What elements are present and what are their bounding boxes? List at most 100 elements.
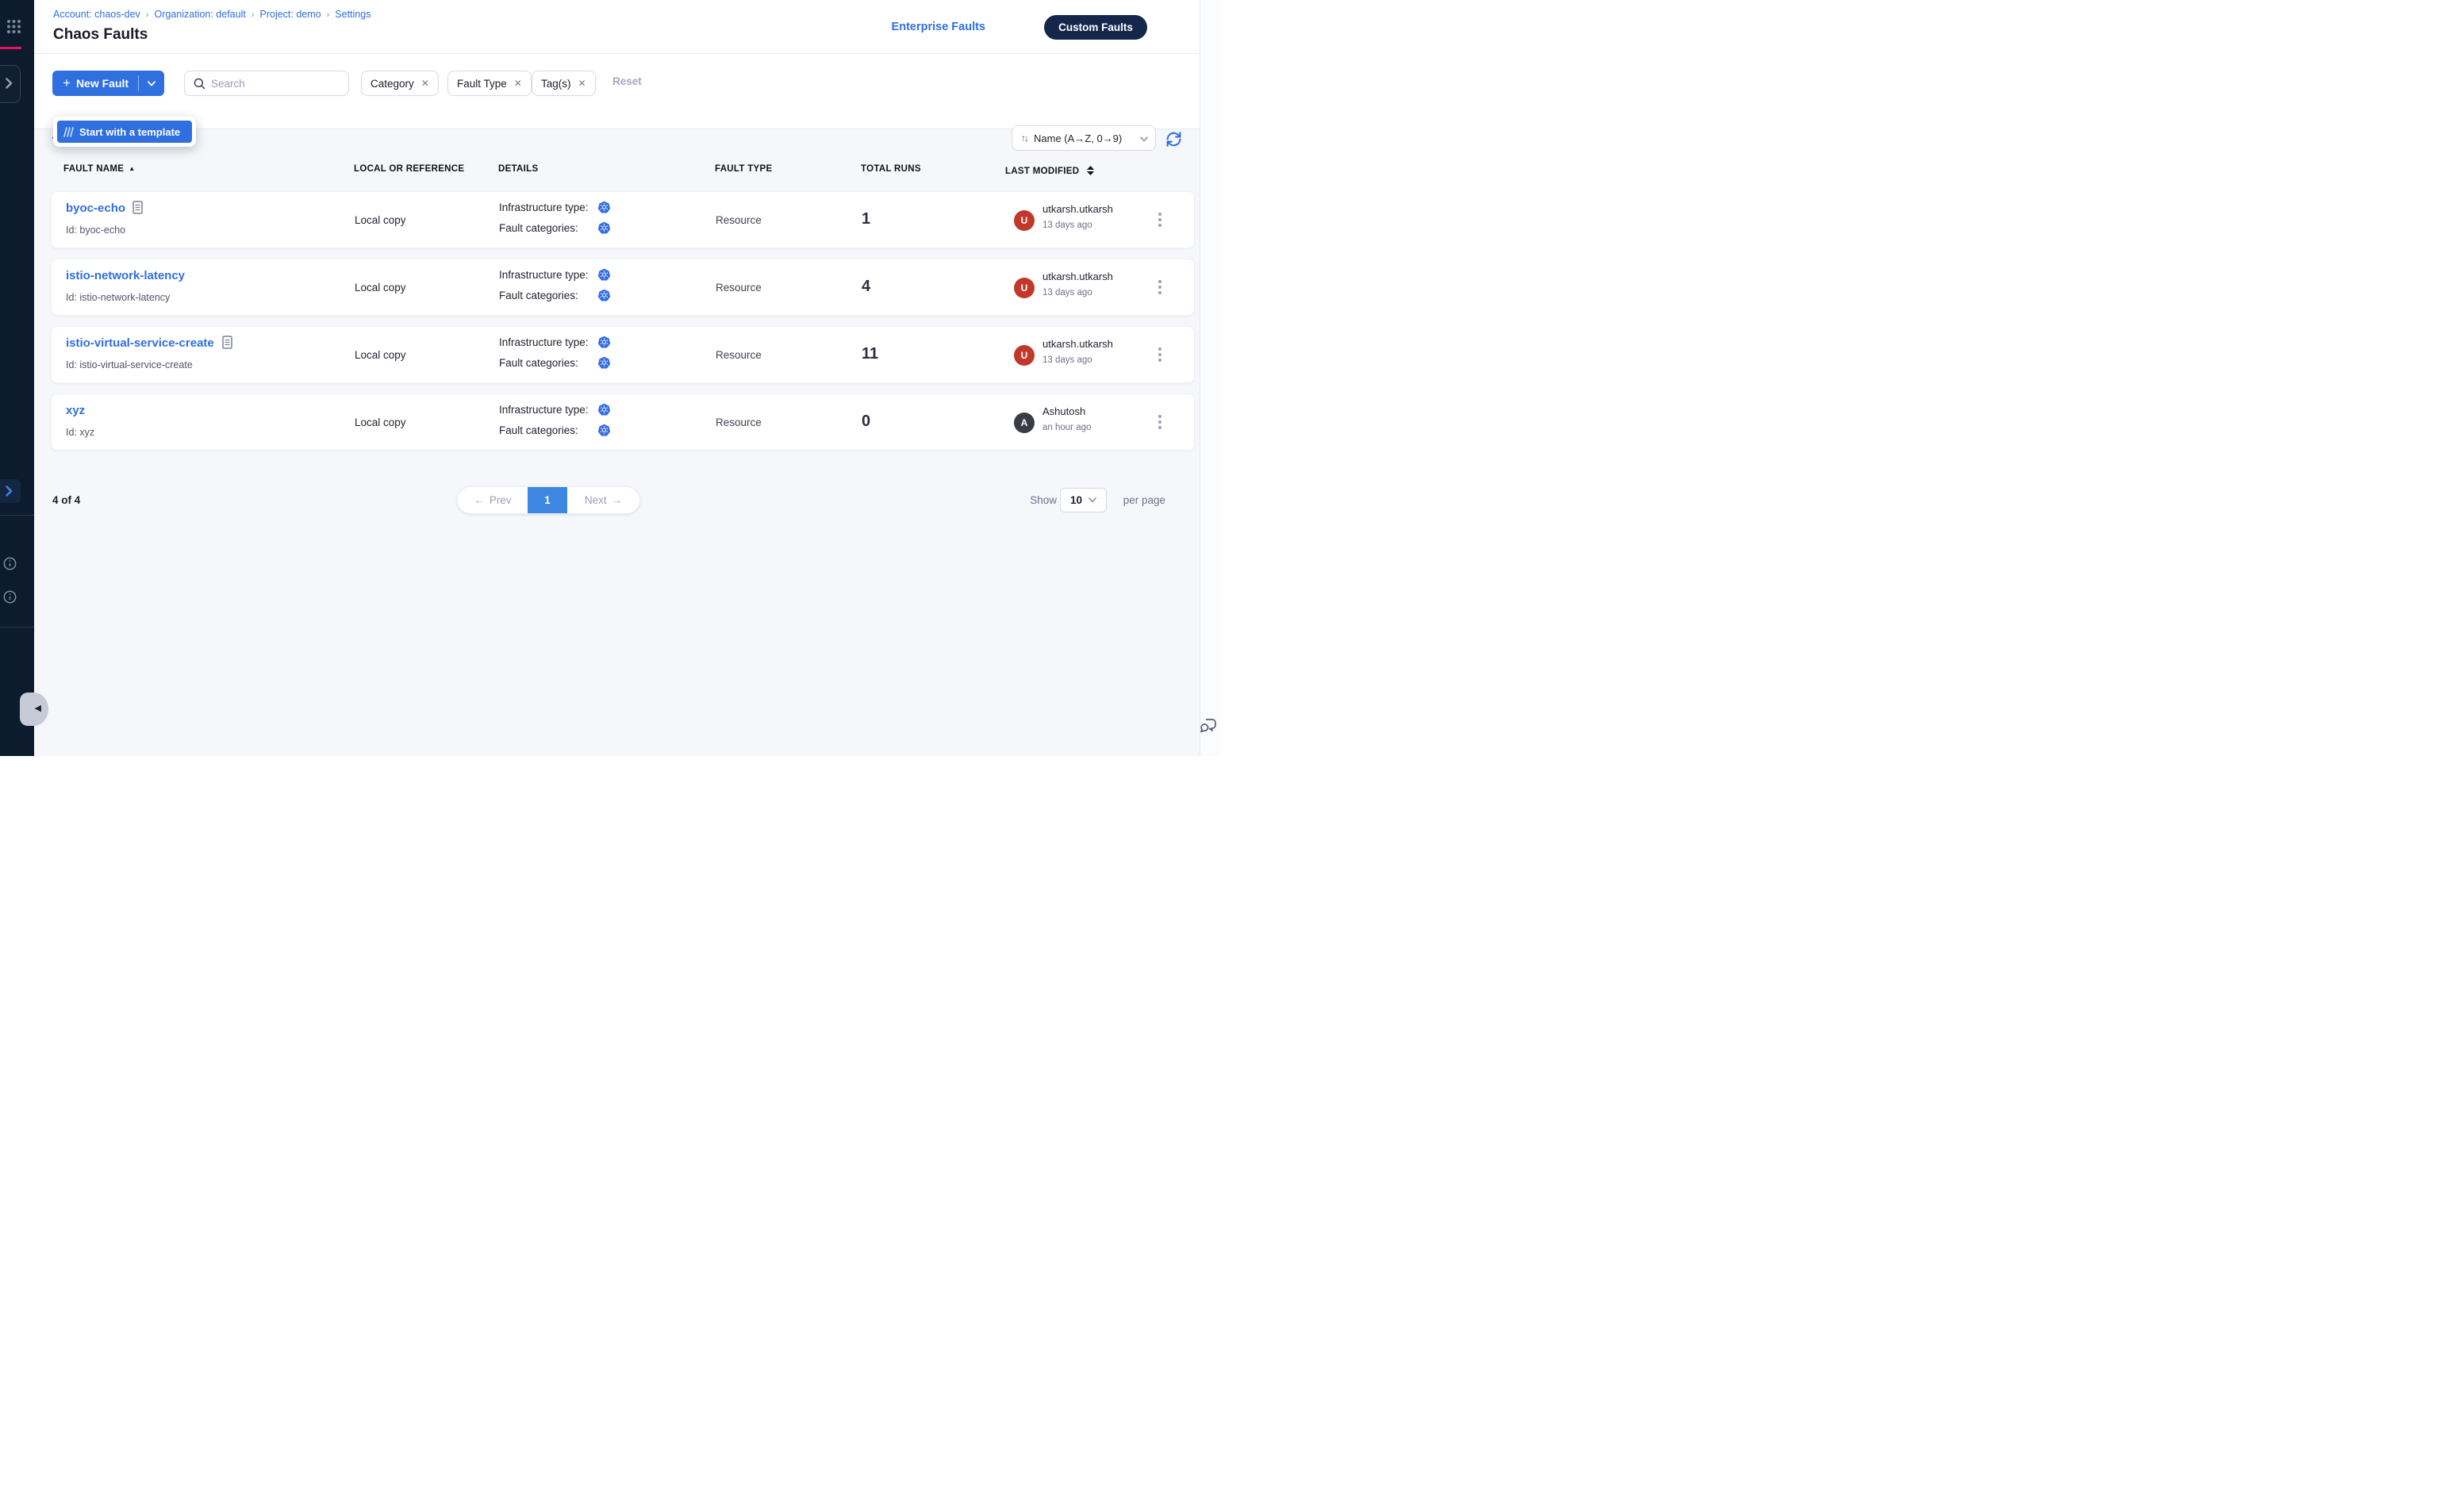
fault-id: Id: istio-virtual-service-create bbox=[66, 359, 193, 370]
fault-name-link[interactable]: istio-network-latency bbox=[66, 269, 185, 282]
app-grid-icon[interactable] bbox=[6, 19, 21, 38]
infrastructure-type-label: Infrastructure type: bbox=[499, 404, 589, 416]
column-header-fault-name[interactable]: FAULT NAME▲ bbox=[63, 164, 135, 174]
new-fault-dropdown-toggle[interactable] bbox=[139, 81, 164, 86]
fault-id: Id: xyz bbox=[66, 427, 94, 438]
right-rail bbox=[1200, 0, 1221, 756]
refresh-icon[interactable] bbox=[1165, 131, 1182, 152]
avatar: U bbox=[1014, 210, 1035, 231]
start-with-template-label: Start with a template bbox=[79, 126, 180, 138]
breadcrumb-project[interactable]: Project: demo bbox=[260, 9, 321, 20]
fault-id: Id: byoc-echo bbox=[66, 224, 125, 236]
total-runs-value: 11 bbox=[862, 345, 878, 363]
infrastructure-type-label: Infrastructure type: bbox=[499, 269, 589, 281]
page-title: Chaos Faults bbox=[53, 26, 148, 44]
filter-chip-label: Tag(s) bbox=[541, 78, 571, 90]
pager: ← Prev 1 Next → bbox=[457, 486, 640, 514]
filter-chip-label: Fault Type bbox=[457, 78, 507, 90]
breadcrumb-settings[interactable]: Settings bbox=[335, 9, 371, 20]
column-header-local-or-reference: LOCAL OR REFERENCE bbox=[354, 164, 464, 174]
filter-chip-tags[interactable]: Tag(s) ✕ bbox=[532, 71, 596, 96]
close-icon[interactable]: ✕ bbox=[421, 78, 429, 89]
close-icon[interactable]: ✕ bbox=[578, 78, 586, 89]
page-size-select[interactable]: 10 bbox=[1060, 488, 1107, 512]
sidebar-expand-bottom-button[interactable] bbox=[0, 479, 21, 503]
breadcrumb-organization[interactable]: Organization: default bbox=[154, 9, 245, 20]
toolbar: + New Fault Start with a template bbox=[34, 54, 1200, 129]
infrastructure-type-label: Infrastructure type: bbox=[499, 201, 589, 213]
chevron-right-icon bbox=[6, 78, 13, 89]
new-fault-dropdown-menu: Start with a template bbox=[53, 117, 196, 147]
kubernetes-icon bbox=[597, 268, 611, 284]
reset-filters-link[interactable]: Reset bbox=[612, 75, 642, 87]
new-fault-button[interactable]: + New Fault Start with a template bbox=[52, 71, 164, 96]
kubernetes-icon bbox=[597, 221, 611, 237]
close-icon[interactable]: ✕ bbox=[514, 78, 522, 89]
filter-chip-label: Category bbox=[371, 78, 414, 90]
fault-categories-label: Fault categories: bbox=[499, 424, 578, 436]
info-icon[interactable] bbox=[3, 557, 17, 570]
modified-time: 13 days ago bbox=[1042, 288, 1092, 297]
custom-faults-button[interactable]: Custom Faults bbox=[1044, 15, 1147, 40]
arrow-right-icon: → bbox=[612, 494, 623, 506]
avatar: U bbox=[1014, 345, 1035, 366]
chat-support-icon[interactable] bbox=[1199, 716, 1218, 739]
per-page-label: per page bbox=[1123, 494, 1165, 506]
column-header-last-modified[interactable]: LAST MODIFIED bbox=[1005, 164, 1094, 176]
search-input[interactable] bbox=[211, 78, 330, 90]
start-with-template-item[interactable]: Start with a template bbox=[57, 121, 192, 143]
search-icon bbox=[194, 78, 205, 90]
fault-name-link[interactable]: byoc-echo bbox=[66, 201, 125, 215]
triangle-left-icon: ◀ bbox=[35, 703, 41, 713]
next-page-button[interactable]: Next → bbox=[567, 487, 639, 513]
document-icon[interactable] bbox=[222, 336, 232, 353]
fault-type-value: Resource bbox=[716, 349, 762, 361]
arrow-left-icon: ← bbox=[474, 494, 485, 506]
prev-label: Prev bbox=[490, 494, 512, 506]
fault-row[interactable]: xyz Id: xyz Local copy Infrastructure ty… bbox=[51, 393, 1195, 451]
sidebar-divider bbox=[0, 515, 34, 516]
row-menu-icon[interactable] bbox=[1158, 347, 1161, 366]
modified-time: 13 days ago bbox=[1042, 221, 1092, 230]
row-menu-icon[interactable] bbox=[1158, 213, 1161, 231]
modified-by-user: Ashutosh bbox=[1042, 405, 1085, 417]
page-size-value: 10 bbox=[1070, 494, 1082, 506]
details-cell: Infrastructure type: Fault categories: bbox=[499, 259, 674, 317]
local-or-reference-value: Local copy bbox=[355, 214, 406, 226]
filter-chip-fault-type[interactable]: Fault Type ✕ bbox=[447, 71, 532, 96]
fault-name-link[interactable]: xyz bbox=[66, 404, 85, 417]
total-runs-value: 1 bbox=[862, 210, 870, 228]
sort-both-icon bbox=[1087, 166, 1094, 178]
fault-row[interactable]: byoc-echo Id: byoc-echo Local copy Infra… bbox=[51, 191, 1195, 248]
prev-page-button[interactable]: ← Prev bbox=[458, 487, 528, 513]
row-menu-icon[interactable] bbox=[1158, 415, 1161, 433]
enterprise-faults-link[interactable]: Enterprise Faults bbox=[892, 21, 985, 33]
modified-by-user: utkarsh.utkarsh bbox=[1042, 338, 1113, 350]
sort-select[interactable]: ↑↓ Name (A→Z, 0→9) bbox=[1012, 125, 1156, 151]
fault-row[interactable]: istio-virtual-service-create Id: istio-v… bbox=[51, 326, 1195, 383]
fault-type-value: Resource bbox=[716, 416, 762, 428]
sidebar-collapse-handle[interactable]: ◀ bbox=[20, 693, 48, 726]
breadcrumb-account[interactable]: Account: chaos-dev bbox=[53, 9, 140, 20]
document-icon[interactable] bbox=[132, 201, 143, 218]
kubernetes-icon bbox=[597, 201, 611, 217]
kubernetes-icon bbox=[597, 356, 611, 372]
fault-categories-label: Fault categories: bbox=[499, 290, 578, 301]
total-runs-value: 0 bbox=[862, 413, 870, 431]
brand-accent-bar bbox=[0, 47, 21, 49]
filter-chip-category[interactable]: Category ✕ bbox=[361, 71, 439, 96]
local-or-reference-value: Local copy bbox=[355, 416, 406, 428]
details-cell: Infrastructure type: Fault categories: bbox=[499, 327, 674, 384]
sidebar-expand-button[interactable] bbox=[0, 65, 21, 103]
fault-name-link[interactable]: istio-virtual-service-create bbox=[66, 336, 214, 350]
info-icon[interactable] bbox=[3, 590, 17, 604]
fault-row[interactable]: istio-network-latency Id: istio-network-… bbox=[51, 259, 1195, 316]
fault-id: Id: istio-network-latency bbox=[66, 292, 170, 303]
column-header-details: DETAILS bbox=[498, 164, 538, 174]
column-header-total-runs: TOTAL RUNS bbox=[861, 164, 921, 174]
page-number-button[interactable]: 1 bbox=[528, 487, 567, 513]
row-menu-icon[interactable] bbox=[1158, 280, 1161, 298]
breadcrumb-separator: › bbox=[146, 10, 149, 20]
next-label: Next bbox=[585, 494, 607, 506]
local-or-reference-value: Local copy bbox=[355, 282, 406, 294]
